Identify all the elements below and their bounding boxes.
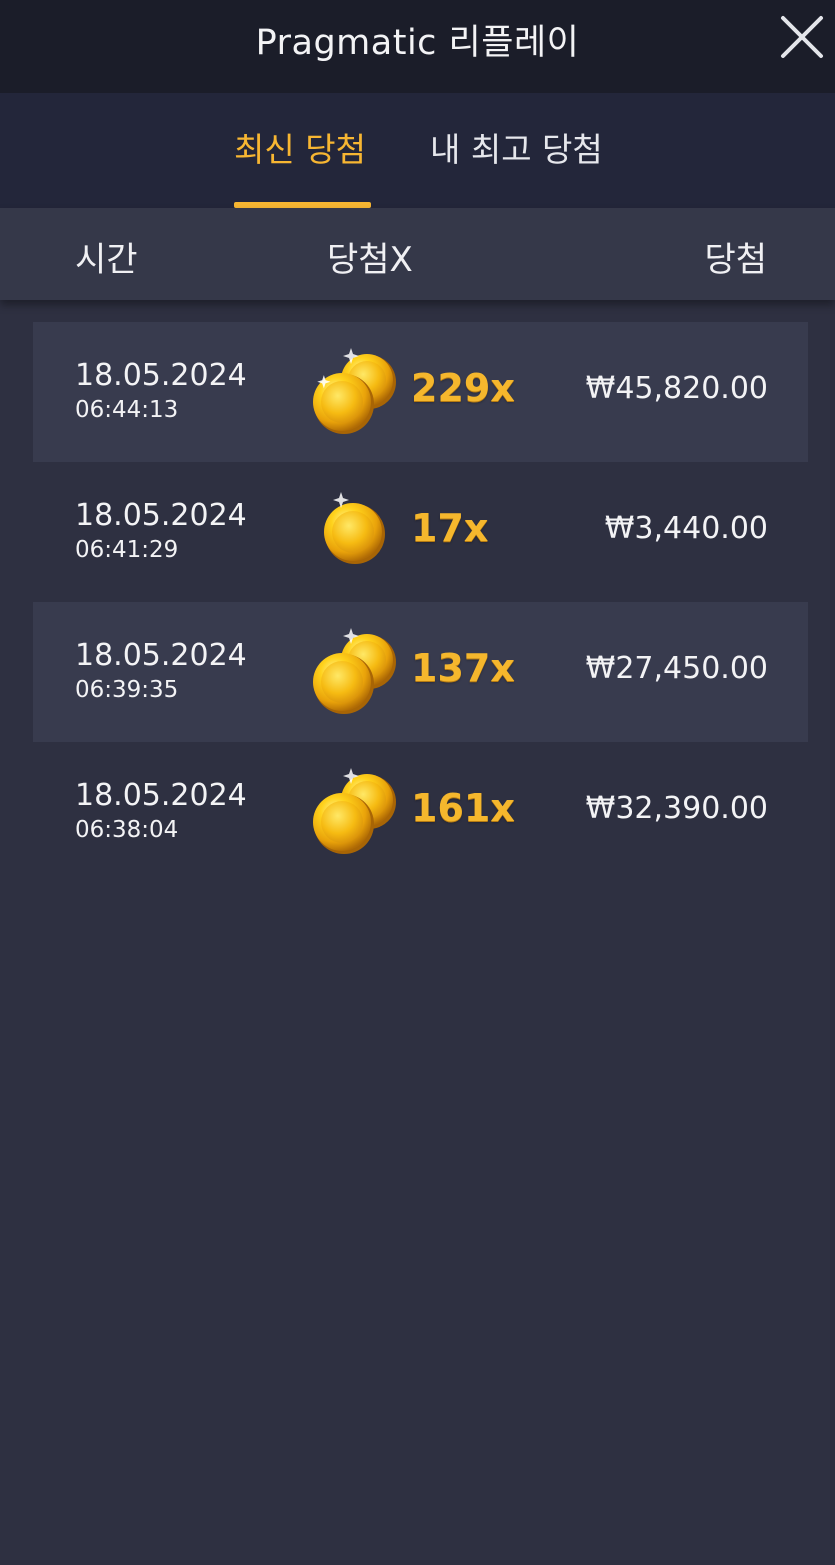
list-item[interactable]: 18.05.2024 06:38:04 161x ₩32,390.00 (33, 742, 808, 882)
close-button[interactable] (779, 14, 825, 60)
list-item[interactable]: 18.05.2024 06:44:13 229x ₩45,820.00 (33, 322, 808, 462)
page-title: Pragmatic 리플레이 (255, 23, 580, 63)
row-multiplier: 17x (411, 506, 489, 550)
column-multiplier: 당첨X (327, 240, 413, 280)
row-multiplier: 161x (411, 786, 515, 830)
row-multiplier: 137x (411, 646, 515, 690)
double-coin-icon (309, 346, 401, 438)
row-win-amount: ₩32,390.00 (585, 791, 768, 826)
header-bar: Pragmatic 리플레이 (0, 0, 835, 93)
row-win-amount: ₩27,450.00 (585, 651, 768, 686)
close-icon (781, 16, 823, 58)
column-win: 당첨 (704, 240, 767, 280)
list-item[interactable]: 18.05.2024 06:41:29 17x ₩3,440.00 (33, 462, 808, 602)
tab-bar: 최신 당첨 내 최고 당첨 (0, 93, 835, 208)
row-date: 18.05.2024 (75, 498, 247, 533)
row-time: 06:41:29 (75, 537, 179, 563)
wins-list: 18.05.2024 06:44:13 229x ₩45,820.00 18.0… (33, 322, 808, 882)
column-time: 시간 (75, 240, 138, 280)
row-date: 18.05.2024 (75, 638, 247, 673)
tab-my-best-wins[interactable]: 내 최고 당첨 (430, 123, 603, 171)
list-item[interactable]: 18.05.2024 06:39:35 137x ₩27,450.00 (33, 602, 808, 742)
row-multiplier: 229x (411, 366, 515, 410)
column-header: 시간 당첨X 당첨 (0, 208, 835, 300)
row-win-amount: ₩45,820.00 (585, 371, 768, 406)
double-coin-icon (309, 766, 401, 858)
tab-latest-wins[interactable]: 최신 당첨 (234, 123, 366, 171)
row-date: 18.05.2024 (75, 358, 247, 393)
row-time: 06:44:13 (75, 397, 179, 423)
row-date: 18.05.2024 (75, 778, 247, 813)
single-coin-icon (309, 486, 401, 578)
row-win-amount: ₩3,440.00 (604, 511, 768, 546)
replay-panel: Pragmatic 리플레이 최신 당첨 내 최고 당첨 시간 당첨X 당첨 1… (0, 0, 835, 1565)
double-coin-icon (309, 626, 401, 718)
row-time: 06:39:35 (75, 677, 179, 703)
row-time: 06:38:04 (75, 817, 179, 843)
